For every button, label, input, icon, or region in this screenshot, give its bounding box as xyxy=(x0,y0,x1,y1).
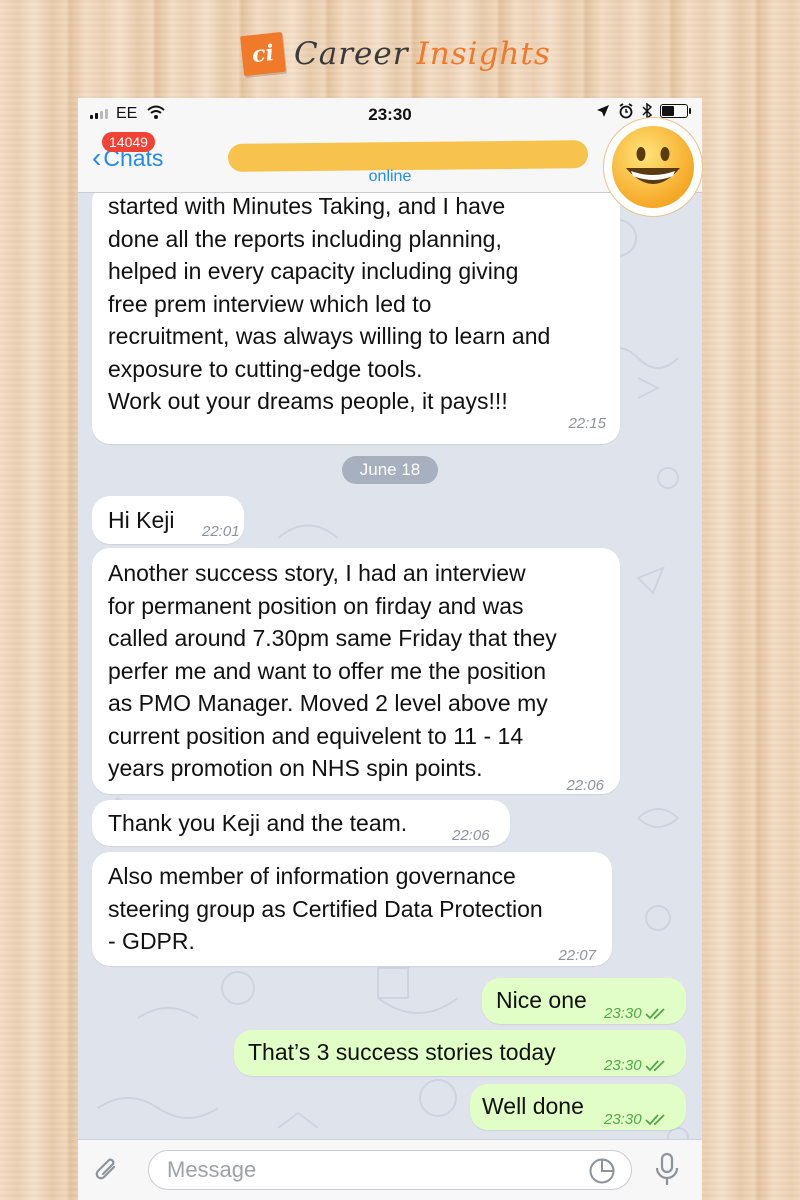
battery-icon xyxy=(660,104,691,118)
message-text: Thank you Keji and the team. xyxy=(108,810,408,836)
message-bubble: Also member of information governance st… xyxy=(92,852,612,966)
brand-name: Career Insights xyxy=(294,36,551,72)
message-time-value: 23:30 xyxy=(604,1111,642,1128)
message-time-value: 23:30 xyxy=(604,1005,642,1022)
brand-logo-mark: ci xyxy=(240,31,286,77)
status-icons xyxy=(596,103,691,119)
message-bubble: started with Minutes Taking, and I have … xyxy=(92,184,620,444)
message-time: 23:30 xyxy=(604,1104,667,1137)
message-input[interactable] xyxy=(148,1150,632,1190)
bluetooth-icon xyxy=(642,103,652,119)
sticker-icon[interactable] xyxy=(588,1157,616,1185)
grinning-face-emoji-icon xyxy=(612,126,694,208)
message-composer xyxy=(78,1139,702,1200)
message-time: 22:06 xyxy=(452,827,490,844)
message-text: That’s 3 success stories today xyxy=(248,1039,556,1065)
message-bubble-outgoing: Nice one 23:30 xyxy=(482,978,686,1024)
alarm-icon xyxy=(619,103,633,119)
message-time: 22:15 xyxy=(568,415,606,432)
brand-name-part1: Career xyxy=(294,36,409,72)
microphone-icon[interactable] xyxy=(654,1152,680,1188)
message-text: Nice one xyxy=(496,987,587,1013)
message-time: 22:07 xyxy=(558,947,596,964)
double-check-icon xyxy=(644,1060,665,1072)
message-time: 22:01 xyxy=(202,523,240,540)
brand-name-part2: Insights xyxy=(416,36,551,72)
message-bubble-outgoing: That’s 3 success stories today 23:30 xyxy=(234,1030,686,1076)
phone-screen: started with Minutes Taking, and I have … xyxy=(78,98,702,1200)
date-separator: June 18 xyxy=(342,456,438,484)
message-time: 23:30 xyxy=(604,998,667,1031)
location-icon xyxy=(597,105,609,117)
message-text: Also member of information governance st… xyxy=(108,863,543,954)
status-bar: EE 23:30 xyxy=(78,98,702,132)
double-check-icon xyxy=(644,1114,665,1126)
career-insights-logo: ci Career Insights xyxy=(240,26,551,82)
message-text: Hi Keji xyxy=(108,507,175,533)
message-time: 22:06 xyxy=(566,777,604,794)
message-bubble: Thank you Keji and the team. 22:06 xyxy=(92,800,510,846)
message-bubble: Hi Keji 22:01 xyxy=(92,496,244,544)
double-check-icon xyxy=(644,1008,665,1020)
paperclip-icon[interactable] xyxy=(94,1155,120,1185)
message-text: started with Minutes Taking, and I have … xyxy=(108,193,551,414)
message-bubble-outgoing: Well done 23:30 xyxy=(470,1084,686,1130)
message-bubble: Another success story, I had an intervie… xyxy=(92,548,620,794)
message-text: Another success story, I had an intervie… xyxy=(108,560,557,781)
message-time: 23:30 xyxy=(604,1050,667,1083)
contact-avatar[interactable] xyxy=(604,118,702,216)
message-text: Well done xyxy=(482,1093,584,1119)
unread-count-badge: 14049 xyxy=(102,132,155,152)
message-time-value: 23:30 xyxy=(604,1057,642,1074)
